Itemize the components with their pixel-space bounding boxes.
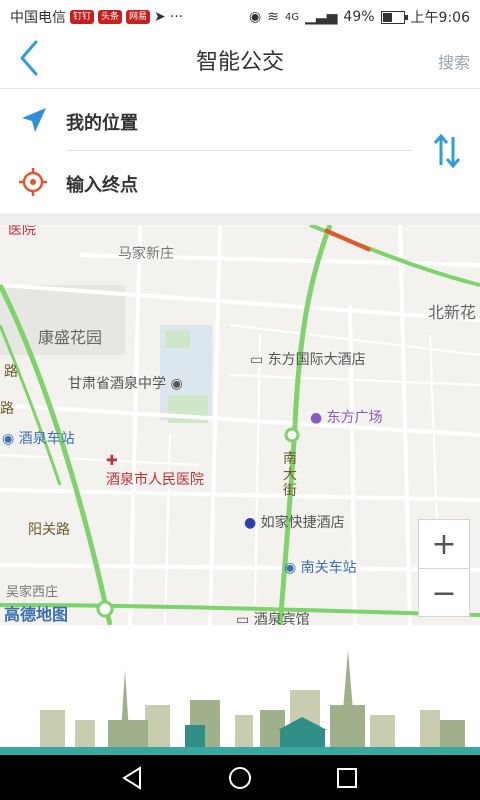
skyline-icon: [0, 650, 480, 755]
more-icon: ···: [169, 9, 184, 25]
battery-icon: [380, 10, 408, 24]
notification-badge: 钉钉: [70, 10, 95, 24]
battery-percent: 49%: [343, 9, 375, 25]
map-view[interactable]: 马家新庄 康盛花园 北新花 ▭ 东方国际大酒店 甘肃省酒泉中学 ◉ ● 东方广场…: [0, 225, 480, 625]
back-triangle-icon[interactable]: [118, 763, 148, 793]
navigation-arrow-icon: [22, 108, 46, 132]
destination-row[interactable]: 输入终点: [0, 151, 420, 213]
recents-square-icon[interactable]: [332, 763, 362, 793]
carrier-name: 中国电信: [10, 10, 66, 26]
map-poi-hospital: ✚ 酒泉市人民医院: [106, 453, 204, 489]
zoom-in-button[interactable]: +: [419, 520, 469, 568]
map-poi-hotel: ● 如家快捷酒店: [244, 512, 345, 532]
telegram-icon: ➤: [154, 9, 166, 25]
map-label: 如家快捷酒店: [260, 515, 345, 531]
origin-row[interactable]: 我的位置: [0, 89, 420, 151]
map-label: 医院: [8, 225, 36, 238]
bus-icon: ◉: [2, 431, 15, 447]
map-logo: 高德地图: [4, 605, 69, 624]
map-label: 酒泉市人民医院: [106, 472, 204, 488]
map-label: 阳关路: [28, 522, 70, 538]
system-nav-bar: [0, 755, 480, 800]
hotel-icon: ●: [244, 515, 257, 531]
network-type: 4G: [284, 11, 300, 23]
map-poi-hotel: ▭ 东方国际大酒店: [250, 349, 366, 369]
notification-badge: 头条: [98, 10, 123, 24]
map-poi-station: ◉ 酒泉车站: [2, 428, 75, 448]
map-label: 酒泉车站: [18, 431, 75, 447]
swap-icon[interactable]: [432, 133, 462, 169]
map-label: 甘肃省酒泉中学: [68, 376, 166, 392]
map-poi-station: ◉ 南关车站: [284, 557, 357, 577]
map-label: 路: [0, 401, 14, 417]
map-label: 康盛花园: [38, 328, 103, 347]
location-icon: ◉: [249, 9, 262, 25]
map-roads: [0, 225, 480, 625]
origin-label: 我的位置: [66, 113, 138, 134]
clock: 上午9:06: [410, 10, 470, 26]
home-circle-icon[interactable]: [225, 763, 255, 793]
school-icon: ◉: [170, 376, 183, 392]
map-label: 北新花: [428, 303, 477, 322]
hotel-icon: ▭: [250, 352, 264, 368]
map-label: 东方广场: [326, 410, 383, 426]
section-gap: [0, 213, 480, 225]
map-label: 酒泉宾馆: [253, 612, 310, 625]
map-label: 东方国际大酒店: [267, 352, 366, 368]
zoom-out-button[interactable]: −: [419, 568, 469, 617]
page-title: 智能公交: [195, 50, 284, 75]
wifi-icon: ≋: [267, 9, 279, 25]
signal-icon: ▁▃▅: [305, 9, 338, 25]
map-poi-mall: ● 东方广场: [310, 407, 383, 427]
route-panel: 我的位置 输入终点: [0, 89, 480, 213]
hotel-icon: ▭: [236, 612, 250, 625]
destination-label: 输入终点: [66, 175, 138, 196]
map-label: 南大街: [283, 451, 297, 499]
notification-badge: 网易: [126, 10, 151, 24]
map-poi-hotel: ▭ 酒泉宾馆: [236, 609, 310, 625]
map-poi-school: 甘肃省酒泉中学 ◉: [68, 373, 183, 393]
bus-icon: ◉: [284, 560, 297, 576]
app-header: 智能公交 搜索: [0, 30, 480, 89]
map-label: 马家新庄: [118, 246, 174, 262]
zoom-control: + −: [418, 519, 470, 617]
map-label: 路: [4, 364, 18, 380]
shopping-icon: ●: [310, 410, 323, 426]
city-skyline-illustration: [0, 625, 480, 755]
map-label: 南关车站: [300, 560, 357, 576]
status-bar: 中国电信 钉钉 头条 网易 ➤ ··· ◉ ≋ 4G ▁▃▅ 49% 上午9:0…: [0, 0, 480, 30]
search-button[interactable]: 搜索: [438, 49, 470, 73]
map-label: 吴家西庄: [6, 585, 59, 600]
crosshair-icon: [19, 168, 47, 196]
hospital-icon: ✚: [106, 453, 118, 469]
